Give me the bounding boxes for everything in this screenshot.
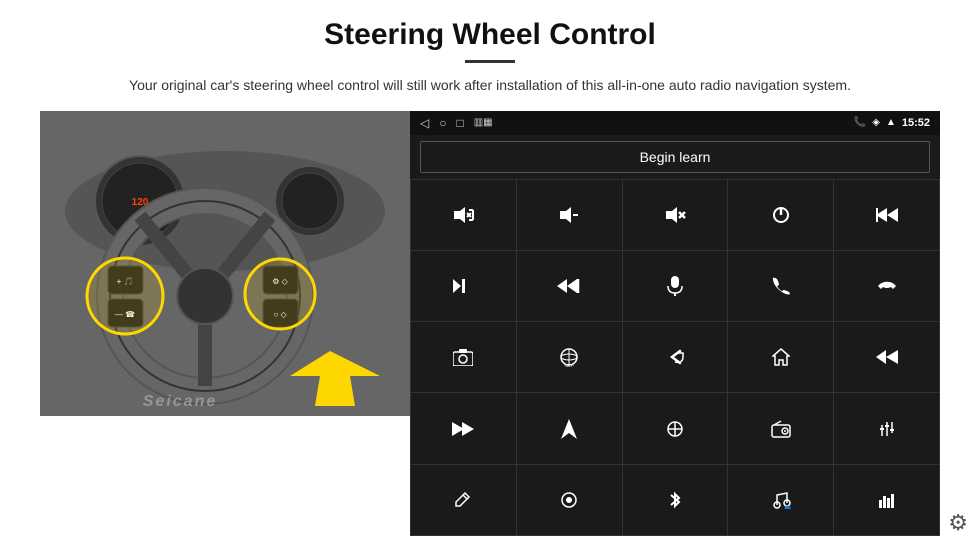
vol-up-button[interactable]	[411, 180, 516, 250]
prev-skip-button[interactable]	[834, 180, 939, 250]
camera-button[interactable]	[411, 322, 516, 392]
circle-button[interactable]	[517, 465, 622, 535]
phone-icon: 📞	[854, 117, 866, 128]
signal-bars-icon: ▲	[886, 117, 896, 128]
android-panel: ◁ ○ □ ▥▦ 📞 ◈ ▲ 15:52 Begin learn	[410, 111, 940, 536]
forward-skip2-button[interactable]	[411, 393, 516, 463]
radio-button[interactable]	[728, 393, 833, 463]
vol-down-button[interactable]	[517, 180, 622, 250]
status-right: 📞 ◈ ▲ 15:52	[854, 117, 930, 129]
skip-forward-button[interactable]	[411, 251, 516, 321]
page-title: Steering Wheel Control	[324, 18, 656, 52]
status-left: ◁ ○ □ ▥▦	[420, 116, 493, 130]
svg-text:360°: 360°	[564, 364, 574, 367]
navigation-button[interactable]	[517, 393, 622, 463]
rewind-button[interactable]	[834, 322, 939, 392]
page-subtitle: Your original car's steering wheel contr…	[129, 75, 851, 97]
music-button[interactable]: 🔵	[728, 465, 833, 535]
signal-icon: ▥▦	[474, 117, 493, 128]
mute-button[interactable]	[623, 180, 728, 250]
car-image: 120 + 🎵 — ☎	[40, 111, 410, 416]
next-skip-button[interactable]	[517, 251, 622, 321]
home-icon[interactable]: ○	[439, 116, 446, 130]
title-underline	[465, 60, 515, 63]
status-bar: ◁ ○ □ ▥▦ 📞 ◈ ▲ 15:52	[410, 111, 940, 135]
wifi-icon: ◈	[872, 117, 880, 128]
call-button[interactable]	[728, 251, 833, 321]
control-grid: 360°	[410, 179, 940, 536]
back-icon[interactable]: ◁	[420, 116, 429, 130]
audio-bars-button[interactable]	[834, 465, 939, 535]
view-360-button[interactable]: 360°	[517, 322, 622, 392]
home-nav-button[interactable]	[728, 322, 833, 392]
car-background: 120 + 🎵 — ☎	[40, 111, 410, 416]
edit-button[interactable]	[411, 465, 516, 535]
end-call-button[interactable]	[834, 251, 939, 321]
back-nav-button[interactable]	[623, 322, 728, 392]
page: Steering Wheel Control Your original car…	[0, 0, 980, 546]
recents-icon[interactable]: □	[456, 116, 463, 130]
microphone-button[interactable]	[623, 251, 728, 321]
begin-learn-row: Begin learn	[410, 135, 940, 179]
equalizer-sliders-button[interactable]	[834, 393, 939, 463]
power-button[interactable]	[728, 180, 833, 250]
svg-text:Seicane: Seicane	[143, 393, 217, 410]
time-display: 15:52	[902, 117, 930, 129]
steering-wheel-svg: 120 + 🎵 — ☎	[40, 111, 410, 416]
content-area: 120 + 🎵 — ☎	[40, 111, 940, 536]
begin-learn-button[interactable]: Begin learn	[420, 141, 930, 173]
bluetooth-button[interactable]	[623, 465, 728, 535]
settings-gear-icon[interactable]: ⚙	[948, 510, 968, 536]
swap-button[interactable]	[623, 393, 728, 463]
